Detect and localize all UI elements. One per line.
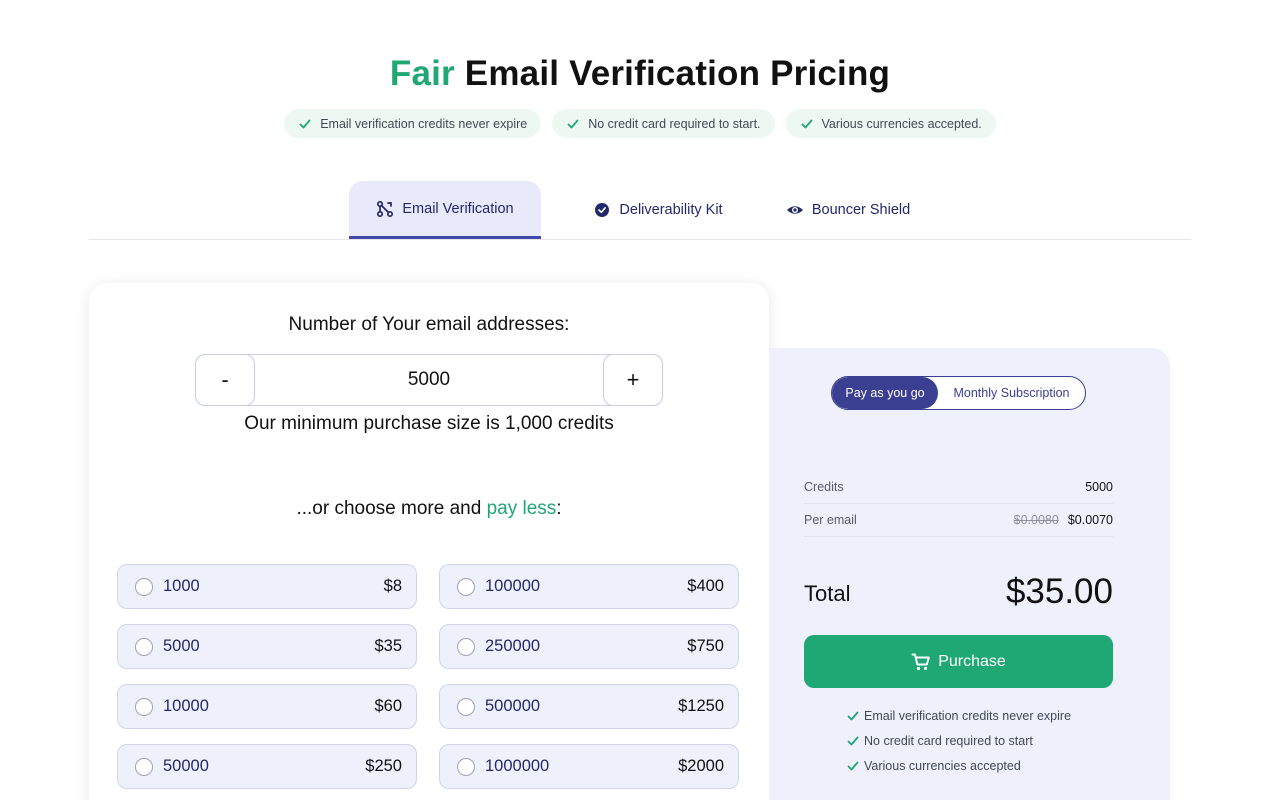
decrement-button[interactable]: - (195, 354, 255, 406)
badge-icon (593, 201, 611, 219)
per-email-old-price: $0.0080 (1013, 513, 1059, 527)
feature-pill-label: Various currencies accepted. (821, 116, 982, 131)
per-email-price: $0.0070 (1067, 513, 1113, 527)
bundle-price: $1250 (678, 697, 724, 715)
credits-label: Credits (804, 480, 844, 494)
bundle-price: $60 (374, 697, 402, 715)
bundle-quantity: 250000 (485, 637, 541, 655)
product-tabs: Email Verification Deliverability Kit Bo… (349, 181, 921, 239)
feature-pill-label: No credit card required to start. (588, 116, 761, 131)
radio-button[interactable] (135, 757, 153, 776)
eye-icon (786, 201, 804, 219)
minimum-purchase-note: Our minimum purchase size is 1,000 credi… (244, 413, 614, 434)
bundle-option[interactable]: 1000 $8 (117, 564, 417, 609)
perk-item: Email verification credits never expire (846, 703, 1071, 728)
bundle-quantity: 5000 (163, 637, 200, 655)
tab-label: Deliverability Kit (619, 202, 723, 218)
tab-deliverability-kit[interactable]: Deliverability Kit (541, 181, 775, 239)
radio-button[interactable] (457, 577, 475, 596)
radio-button[interactable] (135, 637, 153, 656)
monthly-subscription-option[interactable]: Monthly Subscription (938, 377, 1085, 409)
title-rest: Email Verification Pricing (454, 54, 891, 93)
total-value: $35.00 (1005, 572, 1113, 611)
radio-button[interactable] (457, 637, 475, 656)
tabs-divider (89, 239, 1191, 240)
per-email-row: Per email $0.0080 $0.0070 (804, 504, 1113, 537)
feature-pill-label: Email verification credits never expire (320, 116, 528, 131)
check-icon (298, 117, 312, 131)
bundle-quantity: 10000 (163, 697, 209, 715)
credits-value: 5000 (1085, 480, 1113, 494)
tab-label: Bouncer Shield (811, 202, 911, 218)
cart-icon (911, 652, 931, 672)
radio-button[interactable] (457, 697, 475, 716)
pay-less-accent: pay less (486, 498, 557, 519)
bundle-quantity: 50000 (163, 757, 209, 775)
purchase-perks: Email verification credits never expire … (846, 703, 1071, 778)
total-label: Total (804, 581, 851, 606)
bundle-price: $8 (383, 577, 402, 595)
radio-button[interactable] (457, 757, 475, 776)
quantity-input[interactable] (256, 355, 602, 405)
increment-button[interactable]: + (603, 354, 663, 406)
choose-more-heading: ...or choose more and pay less: (89, 498, 769, 520)
bundle-option[interactable]: 100000 $400 (439, 564, 739, 609)
perk-label: Email verification credits never expire (864, 708, 1072, 723)
purchase-button[interactable]: Purchase (804, 635, 1113, 688)
order-summary: Pay as you go Monthly Subscription Credi… (769, 348, 1170, 800)
feature-pills: Email verification credits never expire … (0, 109, 1280, 138)
radio-button[interactable] (135, 577, 153, 596)
quantity-label: Number of Your email addresses: (288, 314, 570, 335)
pay-as-you-go-option[interactable]: Pay as you go (832, 377, 938, 409)
feature-pill: No credit card required to start. (552, 109, 775, 138)
choose-suffix: : (556, 498, 562, 519)
choose-prefix: ...or choose more and (296, 498, 487, 519)
bundle-option[interactable]: 10000 $60 (117, 684, 417, 729)
quantity-stepper: - + (195, 354, 663, 406)
bundle-quantity: 100000 (485, 577, 541, 595)
check-icon (800, 117, 814, 131)
bundle-quantity: 500000 (485, 697, 541, 715)
check-icon (566, 117, 580, 131)
purchase-label: Purchase (938, 652, 1006, 670)
check-icon (846, 734, 860, 748)
bundle-price: $2000 (678, 757, 724, 775)
bundle-price: $250 (365, 757, 402, 775)
bundle-option[interactable]: 500000 $1250 (439, 684, 739, 729)
tab-email-verification[interactable]: Email Verification (349, 181, 541, 239)
perk-item: Various currencies accepted (846, 753, 1071, 778)
perk-label: Various currencies accepted (864, 758, 1021, 773)
check-icon (846, 709, 860, 723)
perk-item: No credit card required to start (846, 728, 1071, 753)
per-email-label: Per email (804, 513, 857, 527)
check-icon (846, 759, 860, 773)
perk-label: No credit card required to start (864, 733, 1033, 748)
tab-label: Email Verification (402, 200, 514, 217)
bundle-quantity: 1000000 (485, 757, 550, 775)
billing-toggle: Pay as you go Monthly Subscription (831, 376, 1086, 410)
bundle-quantity: 1000 (163, 577, 200, 595)
feature-pill: Email verification credits never expire (284, 109, 542, 138)
credits-row: Credits 5000 (804, 471, 1113, 504)
bundle-price: $35 (374, 637, 402, 655)
bundle-option[interactable]: 50000 $250 (117, 744, 417, 789)
feature-pill: Various currencies accepted. (785, 109, 996, 138)
page-title: Fair Email Verification Pricing (0, 54, 1280, 94)
bundle-option[interactable]: 5000 $35 (117, 624, 417, 669)
tab-bouncer-shield[interactable]: Bouncer Shield (775, 181, 921, 239)
bundle-price: $400 (687, 577, 724, 595)
credits-calculator: Number of Your email addresses: - + Our … (89, 283, 769, 800)
radio-button[interactable] (135, 697, 153, 716)
bundle-option[interactable]: 250000 $750 (439, 624, 739, 669)
bundle-price: $750 (687, 637, 724, 655)
branch-icon (376, 200, 394, 218)
bundle-option[interactable]: 1000000 $2000 (439, 744, 739, 789)
title-accent: Fair (389, 54, 455, 93)
